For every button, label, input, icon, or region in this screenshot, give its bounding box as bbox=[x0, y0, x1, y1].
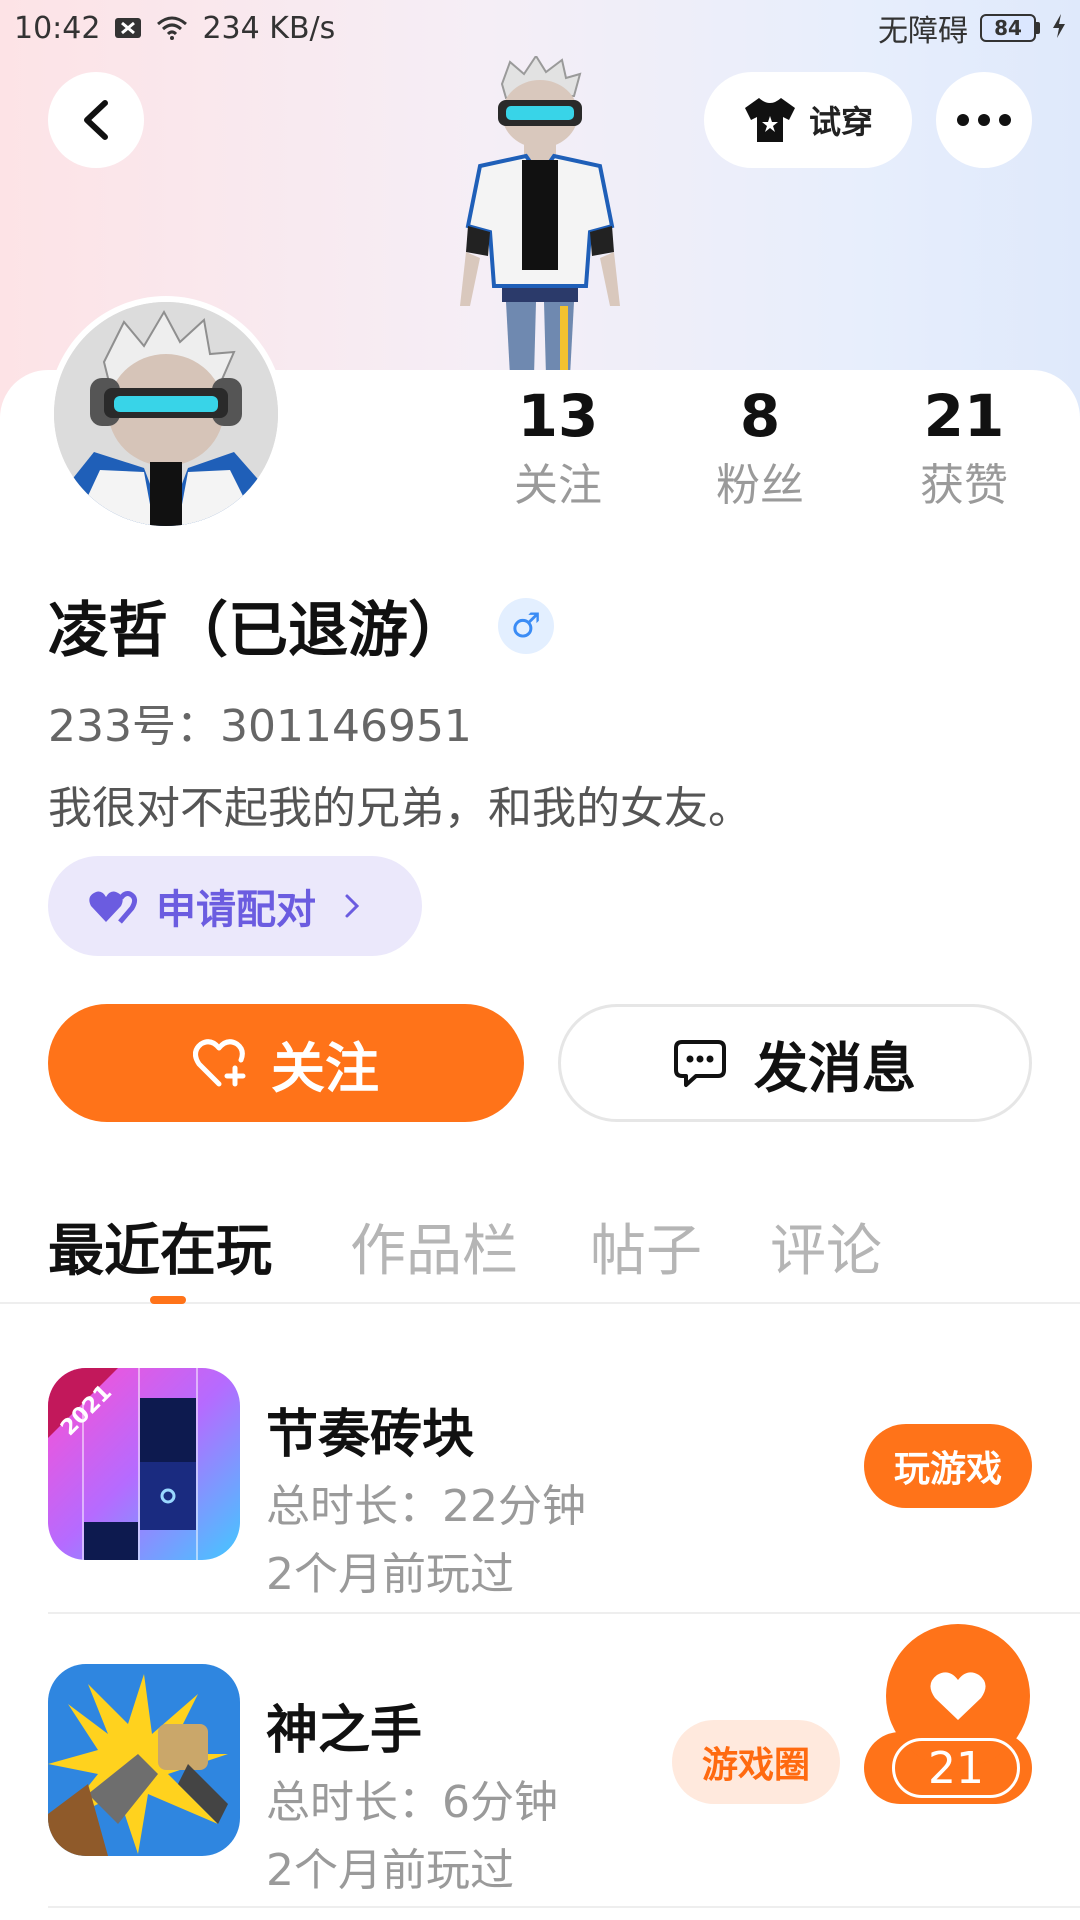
charging-icon bbox=[1052, 11, 1066, 46]
more-button[interactable] bbox=[936, 72, 1032, 168]
request-pair-label: 申请配对 bbox=[156, 887, 316, 933]
network-speed: 234 KB/s bbox=[202, 10, 336, 46]
notification-icon bbox=[114, 17, 142, 39]
chat-bubble-icon bbox=[674, 1040, 726, 1087]
stat-likes[interactable]: 21 获赞 bbox=[884, 380, 1044, 516]
like-count: 21 bbox=[892, 1738, 1020, 1798]
male-gender-icon: ♂ bbox=[498, 597, 554, 654]
back-button[interactable] bbox=[48, 72, 144, 168]
status-time: 10:42 bbox=[14, 10, 101, 46]
game-title: 神之手 bbox=[266, 1701, 423, 1761]
heart-icon bbox=[930, 1672, 986, 1720]
double-heart-icon bbox=[89, 891, 138, 924]
tab-recently-played[interactable]: 最近在玩 bbox=[48, 1206, 272, 1287]
stats-row: 13 关注 8 粉丝 21 获赞 bbox=[0, 380, 1080, 530]
divider bbox=[48, 1906, 1080, 1908]
game-title: 节奏砖块 bbox=[266, 1405, 475, 1465]
stat-label: 关注 bbox=[514, 460, 602, 511]
try-on-button[interactable]: 试穿 bbox=[704, 72, 912, 168]
follow-label: 关注 bbox=[271, 1036, 379, 1100]
like-floating-button[interactable]: 21 bbox=[864, 1624, 1032, 1804]
avatar-3d-figure bbox=[460, 56, 620, 376]
play-game-button[interactable]: 玩游戏 bbox=[864, 1424, 1032, 1508]
follow-button[interactable]: 关注 bbox=[48, 1004, 524, 1122]
tab-posts[interactable]: 帖子 bbox=[590, 1206, 702, 1287]
request-pair-button[interactable]: 申请配对 bbox=[48, 856, 422, 956]
game-last-played: 2个月前玩过 bbox=[266, 1549, 514, 1600]
divider bbox=[48, 1612, 1080, 1614]
stat-label: 粉丝 bbox=[716, 460, 804, 511]
tshirt-icon bbox=[744, 98, 795, 142]
chevron-right-icon bbox=[345, 894, 360, 918]
user-id: 233号：301146951 bbox=[48, 701, 472, 752]
game-last-played: 2个月前玩过 bbox=[266, 1845, 514, 1896]
game-play-duration: 总时长：22分钟 bbox=[266, 1481, 586, 1532]
battery-icon: 84 bbox=[980, 14, 1040, 42]
game-circle-button[interactable]: 游戏圈 bbox=[672, 1720, 840, 1804]
username-row: 凌哲（已退游） ♂ bbox=[48, 582, 554, 669]
heart-plus-icon bbox=[193, 1039, 246, 1087]
stat-value: 8 bbox=[739, 382, 781, 450]
game-icon-hand-of-god bbox=[48, 1664, 240, 1856]
username: 凌哲（已退游） bbox=[48, 596, 468, 666]
send-message-label: 发消息 bbox=[754, 1036, 916, 1100]
stat-value: 21 bbox=[923, 382, 1005, 450]
wifi-icon bbox=[156, 16, 188, 40]
stat-label: 获赞 bbox=[920, 460, 1008, 511]
game-icon-rhythm-tiles bbox=[48, 1368, 240, 1560]
stat-following[interactable]: 13 关注 bbox=[478, 380, 638, 516]
user-bio: 我很对不起我的兄弟，和我的女友。 bbox=[48, 783, 752, 834]
send-message-button[interactable]: 发消息 bbox=[558, 1004, 1032, 1122]
more-dots-icon bbox=[957, 114, 1011, 126]
accessibility-label: 无障碍 bbox=[878, 14, 968, 49]
try-on-label: 试穿 bbox=[808, 103, 873, 141]
stat-fans[interactable]: 8 粉丝 bbox=[680, 380, 840, 516]
stat-value: 13 bbox=[517, 382, 599, 450]
profile-tabs: 最近在玩 作品栏 帖子 评论 bbox=[0, 1192, 1080, 1304]
game-play-duration: 总时长：6分钟 bbox=[266, 1777, 558, 1828]
tab-indicator bbox=[150, 1296, 186, 1304]
tab-comments[interactable]: 评论 bbox=[770, 1206, 882, 1287]
status-bar: 10:42 234 KB/s 无障碍 84 bbox=[0, 0, 1080, 56]
tab-works[interactable]: 作品栏 bbox=[350, 1206, 518, 1287]
back-chevron-icon bbox=[84, 100, 108, 140]
